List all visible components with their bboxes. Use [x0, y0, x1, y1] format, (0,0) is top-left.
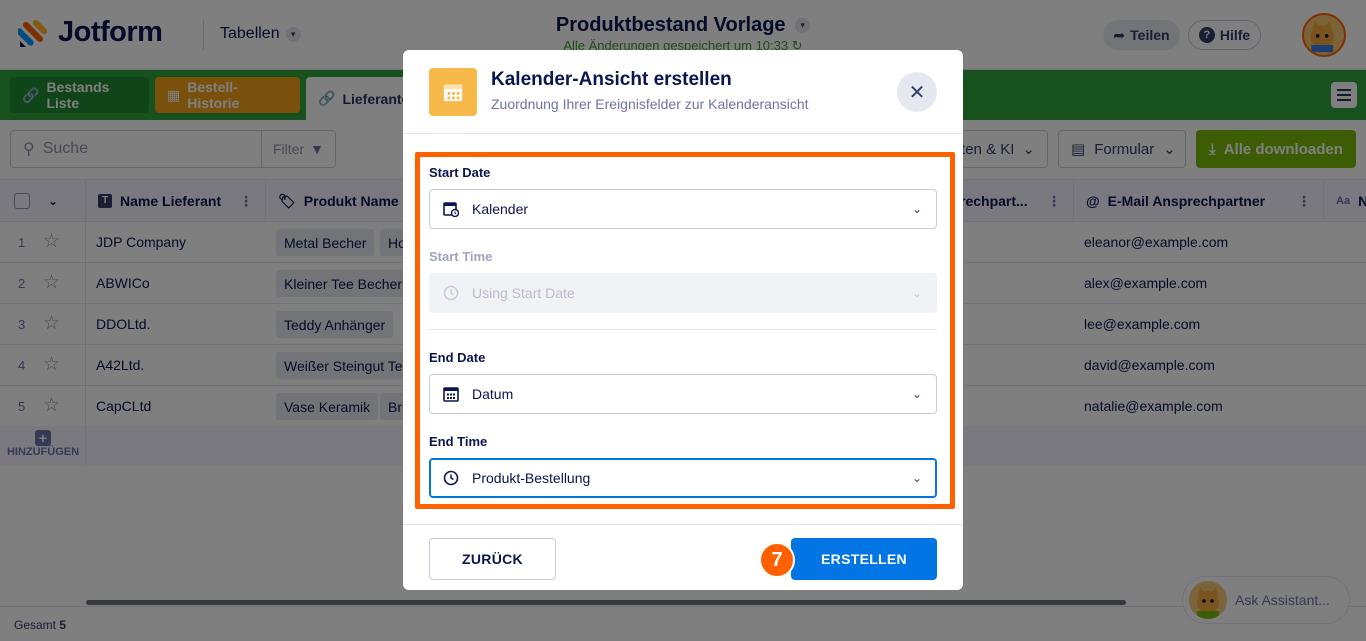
back-button[interactable]: ZURÜCK — [429, 538, 556, 580]
close-icon: ✕ — [908, 81, 926, 104]
chevron-down-icon: ⌄ — [911, 387, 922, 401]
start-date-label: Start Date — [429, 165, 491, 180]
end-date-label: End Date — [429, 350, 486, 365]
calendar-icon — [429, 68, 477, 116]
start-time-select: Using Start Date ⌄ — [429, 273, 937, 313]
create-button[interactable]: ERSTELLEN — [791, 538, 937, 580]
section-divider — [429, 329, 937, 330]
end-date-value: Datum — [472, 386, 514, 402]
chevron-down-icon: ⌄ — [911, 202, 922, 216]
start-time-value: Using Start Date — [472, 285, 575, 301]
calendar-icon — [443, 387, 459, 402]
clock-icon — [443, 470, 459, 486]
start-time-label: Start Time — [429, 249, 493, 264]
chevron-down-icon: ⌄ — [911, 286, 922, 300]
start-date-select[interactable]: Kalender ⌄ — [429, 189, 937, 229]
close-button[interactable]: ✕ — [897, 72, 937, 112]
end-time-value: Produkt-Bestellung — [472, 470, 591, 486]
field-mapping-section: Start Date Kalender ⌄ Start Time Using S… — [415, 152, 955, 509]
end-date-select[interactable]: Datum ⌄ — [429, 374, 937, 414]
dialog-footer: ZURÜCK ERSTELLEN 7 — [403, 524, 963, 590]
calendar-glyph — [443, 84, 463, 102]
start-date-value: Kalender — [472, 201, 529, 217]
clock-icon — [443, 285, 459, 301]
end-time-label: End Time — [429, 434, 488, 449]
dialog-header: Kalender-Ansicht erstellen Zuordnung Ihr… — [403, 50, 963, 134]
dialog-subtitle: Zuordnung Ihrer Ereignisfelder zur Kalen… — [491, 96, 809, 112]
chevron-down-icon: ⌄ — [911, 471, 922, 485]
dialog-title: Kalender-Ansicht erstellen — [491, 69, 732, 90]
create-calendar-view-dialog: Kalender-Ansicht erstellen Zuordnung Ihr… — [403, 50, 963, 590]
end-time-select[interactable]: Produkt-Bestellung ⌄ — [429, 458, 937, 498]
step-number-badge: 7 — [759, 542, 795, 578]
calendar-clock-icon — [443, 202, 459, 217]
